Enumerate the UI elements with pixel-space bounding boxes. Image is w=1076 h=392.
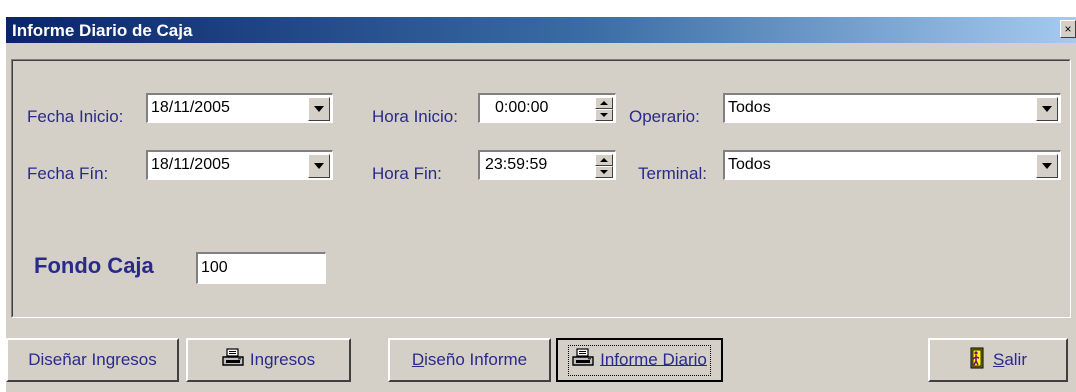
disenar-ingresos-label: Diseñar Ingresos [28,350,157,369]
hora-fin-label: Hora Fin: [372,164,442,183]
hora-fin-value: 23:59:59 [485,156,548,173]
report-window: Informe Diario de Caja × Fecha Inicio: 1… [6,17,1076,392]
diseno-informe-button[interactable]: Diseño Informe [388,338,551,382]
salir-label: Salir [992,350,1027,369]
hora-fin-input[interactable]: 23:59:59 [478,150,616,180]
terminal-label: Terminal: [638,164,707,183]
chevron-down-icon[interactable] [308,154,330,178]
window-title: Informe Diario de Caja [12,21,193,40]
fondo-caja-label: Fondo Caja [34,253,154,278]
spin-down-icon[interactable] [595,109,613,121]
ingresos-label: Ingresos [249,350,316,369]
fecha-inicio-value: 18/11/2005 [151,99,230,116]
chevron-down-icon[interactable] [1036,154,1058,178]
operario-label: Operario: [629,107,700,126]
terminal-dropdown[interactable]: Todos [723,150,1061,180]
informe-diario-label: Informe Diario [600,349,707,369]
fecha-fin-value: 18/11/2005 [151,156,230,173]
fecha-fin-label: Fecha Fín: [27,164,109,183]
printer-icon [572,347,594,373]
close-button[interactable]: × [1060,20,1076,38]
fecha-fin-dropdown[interactable]: 18/11/2005 [146,150,333,180]
spin-up-icon[interactable] [595,154,613,166]
title-bar: Informe Diario de Caja × [6,17,1076,43]
hora-inicio-input[interactable]: 0:00:00 [478,93,616,123]
diseno-informe-label: Diseño Informe [411,350,528,369]
spin-up-icon[interactable] [595,97,613,109]
chevron-down-icon[interactable] [308,97,330,121]
hora-inicio-label: Hora Inicio: [372,107,458,126]
hora-fin-spinner[interactable] [595,154,613,178]
operario-value: Todos [728,99,771,116]
disenar-ingresos-button[interactable]: Diseñar Ingresos [6,338,179,382]
fondo-caja-input[interactable]: 100 [196,252,326,284]
terminal-value: Todos [728,156,771,173]
informe-diario-focus: Informe Diario [568,344,711,376]
operario-dropdown[interactable]: Todos [723,93,1061,123]
informe-diario-button[interactable]: Informe Diario [556,338,723,382]
chevron-down-icon[interactable] [1036,97,1058,121]
fecha-inicio-dropdown[interactable]: 18/11/2005 [146,93,333,123]
fondo-caja-value: 100 [201,259,228,276]
ingresos-button[interactable]: Ingresos [186,338,351,382]
fecha-inicio-label: Fecha Inicio: [27,107,124,126]
printer-icon [222,347,244,373]
hora-inicio-spinner[interactable] [595,97,613,121]
door-exit-icon [969,347,987,374]
salir-button[interactable]: Salir [928,338,1068,382]
hora-inicio-value: 0:00:00 [495,99,549,116]
spin-down-icon[interactable] [595,166,613,178]
